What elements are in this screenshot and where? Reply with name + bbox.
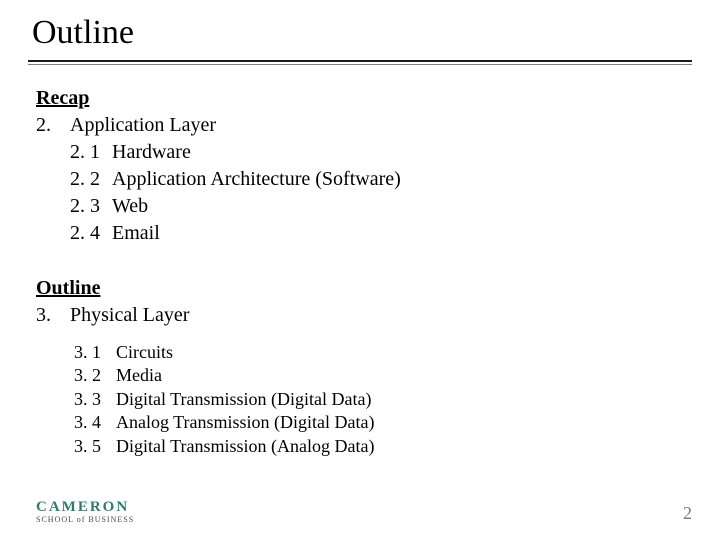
footer: CAMERON SCHOOL of BUSINESS 2 <box>36 500 692 524</box>
item-label: Digital Transmission (Analog Data) <box>116 435 375 458</box>
item-label: Circuits <box>116 341 173 364</box>
list-item: 2. 2 Application Architecture (Software) <box>70 166 684 193</box>
list-item: 3. 5 Digital Transmission (Analog Data) <box>74 435 684 458</box>
item-number: 3. 5 <box>74 435 116 458</box>
item-number: 3. 1 <box>74 341 116 364</box>
item-label: Physical Layer <box>70 302 189 329</box>
divider-dark <box>28 60 692 62</box>
list-item: 2. 4 Email <box>70 220 684 247</box>
sublist-recap: 2. 1 Hardware 2. 2 Application Architect… <box>70 139 684 247</box>
logo-text-sub: SCHOOL of BUSINESS <box>36 516 134 524</box>
sublist-outline: 3. 1 Circuits 3. 2 Media 3. 3 Digital Tr… <box>74 341 684 458</box>
item-label: Web <box>112 193 148 220</box>
item-label: Digital Transmission (Digital Data) <box>116 388 372 411</box>
section-heading-outline: Outline <box>36 275 684 302</box>
item-label: Application Architecture (Software) <box>112 166 401 193</box>
content-body: Recap 2. Application Layer 2. 1 Hardware… <box>28 65 692 458</box>
list-item: 3. 3 Digital Transmission (Digital Data) <box>74 388 684 411</box>
logo: CAMERON SCHOOL of BUSINESS <box>36 500 134 524</box>
list-item: 3. 4 Analog Transmission (Digital Data) <box>74 411 684 434</box>
item-number: 3. <box>36 302 70 329</box>
list-item: 2. 3 Web <box>70 193 684 220</box>
page-number: 2 <box>683 503 692 524</box>
item-number: 2. <box>36 112 70 139</box>
item-label: Analog Transmission (Digital Data) <box>116 411 375 434</box>
item-label: Hardware <box>112 139 191 166</box>
list-item: 2. 1 Hardware <box>70 139 684 166</box>
item-number: 3. 2 <box>74 364 116 387</box>
item-number: 2. 4 <box>70 220 112 247</box>
slide-title: Outline <box>32 14 692 52</box>
item-label: Email <box>112 220 160 247</box>
section-heading-recap: Recap <box>36 85 684 112</box>
list-item: 3. 2 Media <box>74 364 684 387</box>
item-number: 2. 2 <box>70 166 112 193</box>
item-number: 3. 3 <box>74 388 116 411</box>
item-label: Media <box>116 364 162 387</box>
item-number: 3. 4 <box>74 411 116 434</box>
list-item: 2. Application Layer <box>36 112 684 139</box>
logo-text-main: CAMERON <box>36 500 134 515</box>
list-item: 3. Physical Layer <box>36 302 684 329</box>
item-label: Application Layer <box>70 112 216 139</box>
item-number: 2. 3 <box>70 193 112 220</box>
list-item: 3. 1 Circuits <box>74 341 684 364</box>
item-number: 2. 1 <box>70 139 112 166</box>
